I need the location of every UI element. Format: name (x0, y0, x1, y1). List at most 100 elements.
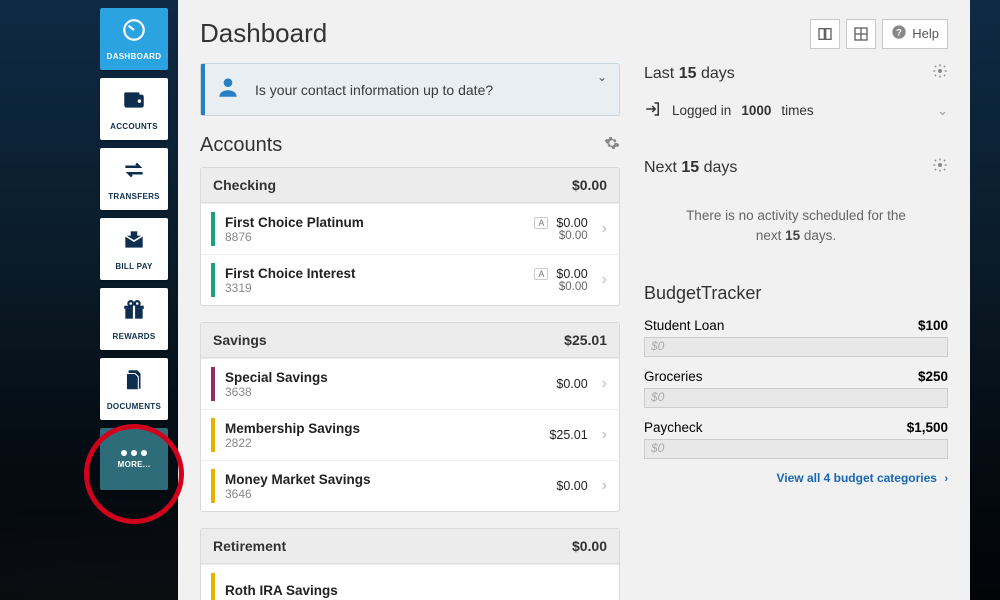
login-count: 1000 (741, 103, 771, 118)
info-bar-message: Is your contact information up to date? (255, 82, 493, 98)
text: next (756, 228, 782, 243)
budget-label: Paycheck (644, 420, 703, 435)
sidebar-item-more[interactable]: MORE... (100, 428, 168, 490)
account-number: 3319 (225, 281, 508, 295)
gear-icon[interactable] (932, 157, 948, 178)
sidebar-item-label: DASHBOARD (107, 52, 162, 61)
color-strip (211, 367, 215, 401)
chevron-right-icon: › (602, 271, 607, 289)
account-balance: $0.00 (556, 267, 587, 281)
accounts-title: Accounts (200, 134, 282, 157)
account-info: Special Savings 3638 (225, 370, 508, 399)
help-label: Help (912, 26, 939, 41)
account-name: Roth IRA Savings (225, 583, 607, 598)
wallet-icon (121, 87, 147, 118)
sidebar-item-label: ACCOUNTS (110, 122, 158, 131)
gear-icon[interactable] (932, 63, 948, 84)
layout-columns-button[interactable] (810, 19, 840, 49)
text: View all 4 budget categories (776, 471, 937, 485)
account-name: Special Savings (225, 370, 508, 385)
account-info: Money Market Savings 3646 (225, 472, 508, 501)
budget-bar[interactable]: $0 (644, 337, 948, 357)
chevron-right-icon: › (602, 426, 607, 444)
next-days-label: Next 15 days (644, 159, 737, 177)
color-strip (211, 212, 215, 246)
alert-tag: A (534, 268, 548, 280)
account-info: Membership Savings 2822 (225, 421, 508, 450)
chevron-right-icon: › (602, 375, 607, 393)
budget-bar[interactable]: $0 (644, 439, 948, 459)
account-balance: $0.00 (556, 479, 587, 493)
account-balance: $0.00 (556, 216, 587, 230)
login-count-row[interactable]: Logged in 1000 times ⌄ (644, 94, 948, 127)
last-days-label: Last 15 days (644, 65, 735, 83)
info-bar[interactable]: Is your contact information up to date? … (200, 63, 620, 116)
page-title: Dashboard (200, 18, 327, 49)
account-name: First Choice Platinum (225, 215, 508, 230)
account-row[interactable]: First Choice Interest 3319 A$0.00 $0.00 … (201, 254, 619, 305)
sidebar-item-documents[interactable]: DOCUMENTS (100, 358, 168, 420)
more-icon (121, 450, 147, 456)
budget-amount: $100 (918, 318, 948, 333)
sidebar-item-dashboard[interactable]: DASHBOARD (100, 8, 168, 70)
svg-text:?: ? (896, 27, 902, 37)
text: times (781, 103, 813, 118)
header-tools: ? Help (810, 19, 948, 49)
envelope-money-icon (121, 227, 147, 258)
group-total: $0.00 (572, 538, 607, 554)
account-amounts: $25.01 (518, 428, 588, 442)
account-row[interactable]: Special Savings 3638 $0.00 › (201, 358, 619, 409)
transfer-icon (121, 157, 147, 188)
sidebar-item-transfers[interactable]: TRANSFERS (100, 148, 168, 210)
main-panel: Dashboard ? Help Is your contact (178, 0, 970, 600)
sidebar-item-label: DOCUMENTS (107, 402, 161, 411)
color-strip (211, 573, 215, 600)
budget-amount: $1,500 (907, 420, 948, 435)
budget-item: Paycheck $1,500 $0 (644, 420, 948, 459)
gear-icon[interactable] (604, 135, 620, 156)
group-head: Savings $25.01 (201, 323, 619, 358)
color-strip (211, 469, 215, 503)
gift-icon (121, 297, 147, 328)
sidebar-item-rewards[interactable]: REWARDS (100, 288, 168, 350)
sidebar-item-label: TRANSFERS (108, 192, 160, 201)
sidebar-item-billpay[interactable]: BILL PAY (100, 218, 168, 280)
text: There is no activity scheduled for the (686, 208, 906, 223)
text: days (704, 159, 738, 176)
budget-label: Groceries (644, 369, 703, 384)
text: Last (644, 65, 674, 82)
account-name: Membership Savings (225, 421, 508, 436)
text: days (701, 65, 735, 82)
alert-tag: A (534, 217, 548, 229)
account-row[interactable]: Membership Savings 2822 $25.01 › (201, 409, 619, 460)
group-name: Savings (213, 332, 267, 348)
group-head: Checking $0.00 (201, 168, 619, 203)
account-balance: $0.00 (556, 377, 587, 391)
right-column: Last 15 days Logged in 1000 times ⌄ (644, 63, 948, 600)
text: 15 (679, 65, 697, 82)
sidebar-item-label: BILL PAY (115, 262, 152, 271)
left-column: Is your contact information up to date? … (200, 63, 620, 600)
account-info: Roth IRA Savings (225, 583, 607, 598)
last-days-head: Last 15 days (644, 63, 948, 84)
account-balance-secondary: $0.00 (518, 281, 588, 293)
chevron-right-icon: › (602, 220, 607, 238)
help-icon: ? (891, 24, 907, 43)
account-row[interactable]: Roth IRA Savings (201, 564, 619, 600)
account-number: 3638 (225, 385, 508, 399)
account-number: 3646 (225, 487, 508, 501)
budget-bar[interactable]: $0 (644, 388, 948, 408)
account-row[interactable]: Money Market Savings 3646 $0.00 › (201, 460, 619, 511)
sidebar-item-label: MORE... (118, 460, 151, 469)
chevron-right-icon: › (944, 473, 948, 485)
budget-amount: $250 (918, 369, 948, 384)
help-button[interactable]: ? Help (882, 19, 948, 49)
layout-grid-button[interactable] (846, 19, 876, 49)
account-row[interactable]: First Choice Platinum 8876 A$0.00 $0.00 … (201, 203, 619, 254)
sidebar-item-accounts[interactable]: ACCOUNTS (100, 78, 168, 140)
sidebar: DASHBOARD ACCOUNTS TRANSFERS BILL PAY RE… (100, 8, 168, 490)
view-all-budgets-link[interactable]: View all 4 budget categories › (644, 471, 948, 485)
account-info: First Choice Interest 3319 (225, 266, 508, 295)
group-head: Retirement $0.00 (201, 529, 619, 564)
account-number: 8876 (225, 230, 508, 244)
